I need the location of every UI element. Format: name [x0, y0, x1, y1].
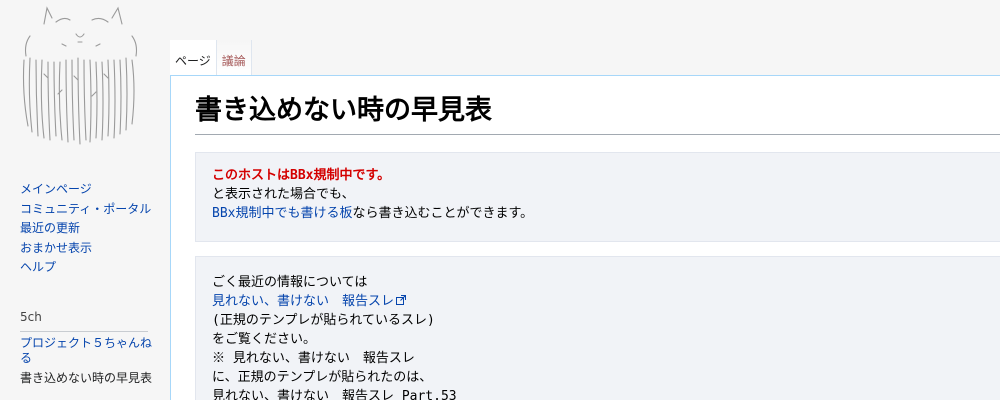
external-link-icon: [396, 295, 407, 305]
nav-item-random-page[interactable]: おまかせ表示: [20, 241, 152, 256]
nav-link-recent-changes[interactable]: 最近の更新: [20, 221, 80, 235]
notice-text-line: ※ 見れない、書けない 報告スレ: [212, 351, 415, 366]
nav-item-main-page[interactable]: メインページ: [20, 182, 152, 197]
nav-item-help[interactable]: ヘルプ: [20, 260, 152, 275]
notice-text-line: (正規のテンプレが貼られているスレ): [212, 313, 435, 328]
notice-text-line: をご覧ください。: [212, 332, 317, 347]
page-title: 書き込めない時の早見表: [195, 94, 1000, 135]
nav-link-quick-reference[interactable]: 書き込めない時の早見表: [20, 371, 152, 385]
nav-5ch: プロジェクト５ちゃんねる 書き込めない時の早見表: [20, 336, 152, 390]
nav-item-recent-changes[interactable]: 最近の更新: [20, 221, 152, 236]
nav-item-quick-reference[interactable]: 書き込めない時の早見表: [20, 371, 152, 386]
nav-item-project-5ch[interactable]: プロジェクト５ちゃんねる: [20, 336, 152, 366]
notice-box-report: ごく最近の情報については 見れない、書けない 報告スレ (正規のテンプレが貼られ…: [195, 256, 1000, 400]
nav-link-random-page[interactable]: おまかせ表示: [20, 241, 92, 255]
notice-text-line: ごく最近の情報については: [212, 275, 368, 290]
nav-link-help[interactable]: ヘルプ: [20, 260, 56, 274]
sidebar: メインページ コミュニティ・ポータル 最近の更新 おまかせ表示 ヘルプ 5ch …: [0, 0, 170, 400]
nav-link-project-5ch[interactable]: プロジェクト５ちゃんねる: [20, 336, 152, 365]
notice-text-line: と表示された場合でも、: [212, 187, 355, 202]
bbx-boards-link[interactable]: BBx規制中でも書ける板: [212, 206, 352, 221]
tab-talk[interactable]: 議論: [216, 40, 252, 76]
notice-box-bbx: このホストはBBx規制中です。 と表示された場合でも、 BBx規制中でも書ける板…: [195, 152, 1000, 242]
nav-link-community-portal[interactable]: コミュニティ・ポータル: [20, 202, 151, 216]
main-navigation: メインページ コミュニティ・ポータル 最近の更新 おまかせ表示 ヘルプ: [20, 182, 152, 280]
page-tabs: ページ 議論: [170, 40, 252, 76]
bbx-warning-text: このホストはBBx規制中です。: [212, 168, 391, 183]
nav-link-main-page[interactable]: メインページ: [20, 182, 92, 196]
report-thread-link[interactable]: 見れない、書けない 報告スレ: [212, 294, 394, 309]
nav-section-heading: 5ch: [20, 310, 148, 332]
content-area: 書き込めない時の早見表 このホストはBBx規制中です。 と表示された場合でも、 …: [170, 75, 1000, 400]
nav-item-community-portal[interactable]: コミュニティ・ポータル: [20, 202, 152, 217]
notice-text-line: に、正規のテンプレが貼られたのは、: [212, 370, 433, 385]
notice-text-line: 見れない、書けない 報告スレ Part.53: [212, 389, 457, 400]
tab-page[interactable]: ページ: [170, 40, 217, 76]
site-logo[interactable]: [14, 4, 140, 154]
notice-text-line: なら書き込むことができます。: [352, 206, 534, 221]
